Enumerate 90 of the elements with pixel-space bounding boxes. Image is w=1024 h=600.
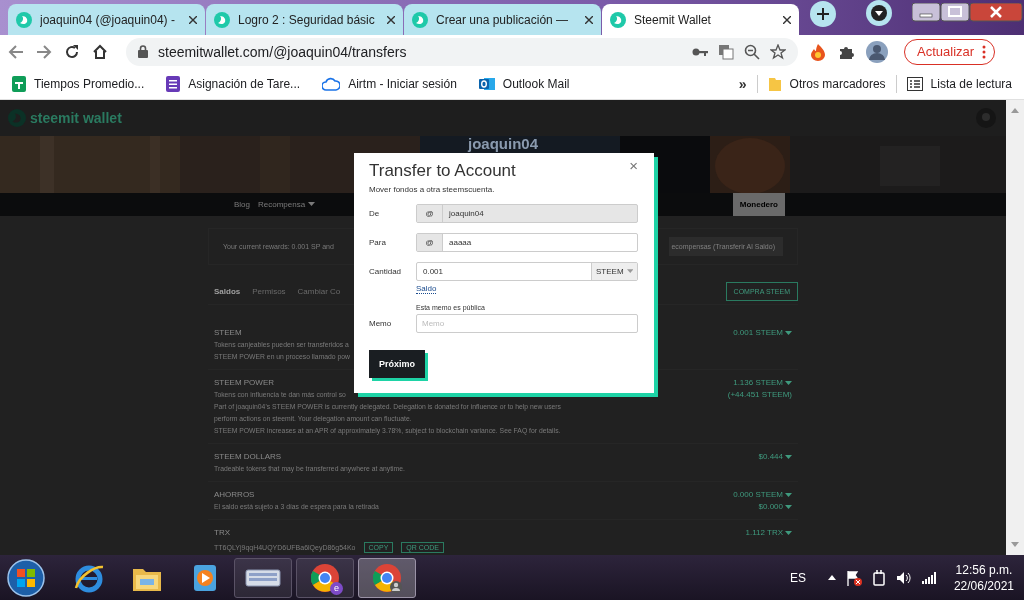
caret-icon: [785, 330, 792, 336]
balance-amount: (+44.451 STEEM): [727, 389, 792, 401]
reload-icon[interactable]: [64, 43, 80, 60]
caret-icon: [785, 530, 792, 536]
balance-title: STEEM POWER: [214, 377, 274, 389]
play-icon: [191, 562, 219, 593]
window-controls-icon[interactable]: [912, 3, 1024, 23]
flag-icon[interactable]: [845, 569, 862, 586]
browser-tab[interactable]: joaquin04 (@joaquin04) -: [8, 4, 205, 35]
field-label: De: [369, 208, 381, 220]
show-hidden-icon[interactable]: [827, 575, 836, 580]
balance-title: TRX: [214, 527, 230, 539]
language-indicator[interactable]: ES: [789, 570, 806, 585]
account-field[interactable]: @ aaaaa: [416, 233, 638, 252]
close-icon[interactable]: [189, 15, 197, 24]
start-icon[interactable]: [6, 557, 46, 598]
field-label: Para: [369, 237, 387, 249]
tab-favicon-icon: [610, 11, 626, 28]
tab-favicon-icon: [16, 11, 32, 28]
caret-icon: [308, 202, 316, 207]
new-tab-icon[interactable]: [810, 1, 836, 27]
star-icon[interactable]: [770, 43, 786, 60]
bookmark-link[interactable]: Outlook Mail: [502, 76, 570, 91]
flame-icon[interactable]: [810, 42, 826, 61]
dialog-title: Transfer to Account: [369, 161, 516, 181]
close-icon[interactable]: [585, 15, 593, 24]
tab-favicon-icon: [214, 11, 230, 28]
caret-icon: [785, 380, 792, 386]
bookmark-link[interactable]: Asignación de Tare...: [188, 76, 301, 91]
spreadsheet-icon: [12, 75, 26, 92]
nav-tab[interactable]: Blog: [230, 193, 254, 216]
bookmark-link[interactable]: Tiempos Promedio...: [34, 76, 145, 91]
more-icon: [982, 44, 987, 59]
taskbar-app-button[interactable]: [234, 557, 292, 598]
nav-tab[interactable]: Recompensa: [254, 193, 320, 216]
balance-title: STEEM DOLLARS: [214, 451, 282, 463]
clock-time[interactable]: 12:56 p.m.: [955, 561, 1013, 578]
zoom-out-icon[interactable]: [744, 43, 760, 60]
memo-field[interactable]: Memo: [416, 314, 638, 333]
browser-tab[interactable]: Logro 2 : Seguridad básic: [206, 4, 403, 35]
close-icon[interactable]: [783, 15, 791, 24]
more-bookmarks-button[interactable]: »: [738, 75, 747, 92]
reading-list-icon[interactable]: [906, 76, 923, 91]
address-bar[interactable]: steemitwallet.com/@joaquin04/transfers: [126, 37, 798, 66]
tab-favicon-icon: [412, 11, 428, 28]
browser-tab[interactable]: Crear una publicación —: [404, 4, 601, 35]
balance-link[interactable]: Saldo: [416, 284, 437, 294]
field-label: Cantidad: [369, 266, 403, 278]
close-button[interactable]: ×: [629, 157, 638, 174]
bookmark-folder[interactable]: Otros marcadores: [789, 76, 886, 91]
caret-icon: [785, 454, 792, 460]
bookmark-link[interactable]: Airtm - Iniciar sesión: [348, 76, 457, 91]
mail-icon: [478, 75, 495, 92]
folder-icon: [767, 75, 782, 92]
clock-date[interactable]: 22/06/2021: [953, 577, 1014, 594]
next-button[interactable]: Próximo: [369, 350, 425, 378]
wallet-tab[interactable]: Saldos: [214, 287, 241, 296]
balance-title: STEEM: [214, 327, 242, 339]
home-icon[interactable]: [92, 43, 108, 60]
form-icon: [166, 75, 181, 92]
signal-icon[interactable]: [921, 571, 936, 584]
profile-username: joaquin04: [468, 136, 538, 152]
profile-dropdown-icon[interactable]: [866, 0, 892, 26]
balance-title: AHORROS: [214, 489, 255, 501]
chrome-icon: [310, 562, 340, 593]
browser-tab[interactable]: Steemit Wallet: [602, 4, 799, 35]
balance-amount[interactable]: 1.112 TRX: [745, 527, 792, 539]
dialog-subtitle: Mover fondos a otra steemscuenta.: [369, 185, 496, 194]
forward-icon[interactable]: [36, 43, 52, 60]
balance-amount[interactable]: 0.000 STEEM: [733, 489, 792, 501]
back-icon[interactable]: [8, 43, 24, 60]
keyboard-icon: [245, 567, 281, 588]
update-button[interactable]: Actualizar: [904, 38, 996, 65]
url-text: steemitwallet.com/@joaquin04/transfers: [158, 43, 408, 60]
cloud-icon: [322, 76, 341, 91]
field-label: Memo: [369, 318, 393, 330]
close-icon[interactable]: [387, 15, 395, 24]
volume-icon[interactable]: [895, 570, 912, 585]
reading-list-link[interactable]: Lista de lectura: [930, 76, 1012, 91]
taskbar-app-button[interactable]: e: [296, 557, 354, 598]
avatar-icon[interactable]: [866, 40, 888, 63]
key-icon[interactable]: [692, 46, 708, 57]
nav-tab[interactable]: Monedero: [732, 193, 785, 216]
chrome-icon: [372, 562, 402, 593]
balance-amount[interactable]: 0.001 STEEM: [733, 327, 792, 339]
balance-amount[interactable]: 1.136 STEEM: [733, 377, 792, 389]
lock-icon: [138, 45, 148, 58]
balance-amount[interactable]: $0.444: [758, 451, 792, 463]
taskbar-app-button[interactable]: [358, 557, 416, 598]
balance-amount[interactable]: $0.000: [758, 501, 792, 513]
